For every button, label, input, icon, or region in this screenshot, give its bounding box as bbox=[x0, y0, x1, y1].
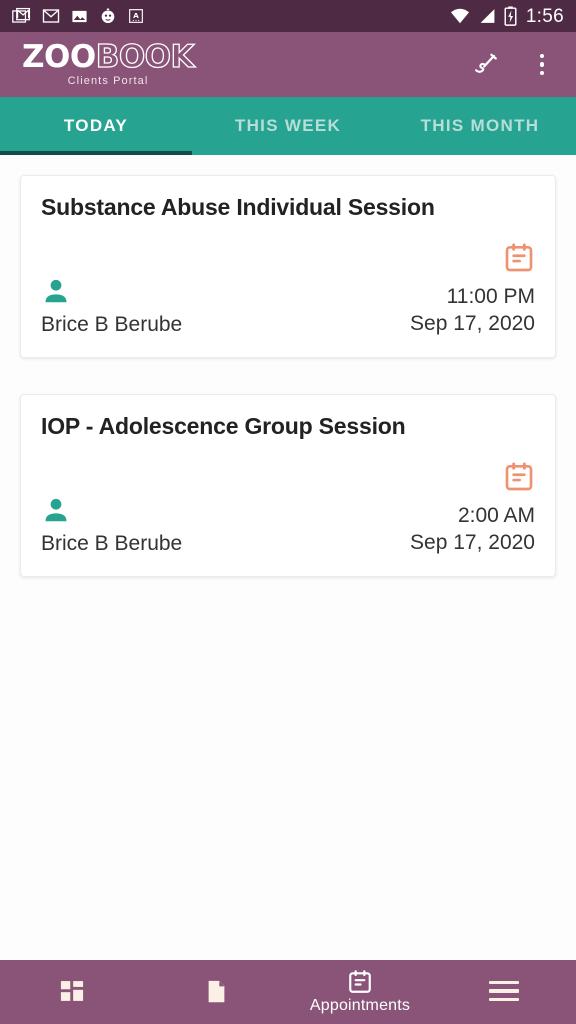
appointment-card[interactable]: IOP - Adolescence Group Session Brice B … bbox=[20, 394, 556, 578]
appointment-card[interactable]: Substance Abuse Individual Session Brice… bbox=[20, 175, 556, 359]
svg-text:A: A bbox=[133, 11, 139, 20]
app-bar-actions bbox=[470, 47, 558, 83]
nav-item-appointments-label: Appointments bbox=[309, 997, 411, 1014]
status-bar-notification-icons: A bbox=[12, 7, 144, 26]
nav-item-menu[interactable] bbox=[432, 960, 576, 1024]
overflow-menu-button[interactable] bbox=[526, 47, 558, 83]
nav-item-documents[interactable] bbox=[144, 960, 288, 1024]
cell-signal-icon bbox=[480, 9, 495, 23]
app-logo[interactable]: ZOO BOOK Clients Portal bbox=[22, 39, 195, 87]
appointment-date: Sep 17, 2020 bbox=[410, 311, 535, 335]
nav-item-dashboard[interactable] bbox=[0, 960, 144, 1024]
app-screen: A 1:56 ZOO BOOK Clients Portal TODAY THI… bbox=[0, 0, 576, 1024]
appointment-schedule-block: 2:00 AM Sep 17, 2020 bbox=[410, 461, 535, 557]
battery-charging-icon bbox=[504, 6, 517, 26]
appointment-time: 2:00 AM bbox=[457, 503, 535, 527]
person-icon bbox=[45, 279, 67, 303]
calendar-icon bbox=[349, 970, 371, 993]
status-bar-system-icons: 1:56 bbox=[449, 6, 564, 26]
appointment-schedule-block: 11:00 PM Sep 17, 2020 bbox=[410, 242, 535, 338]
avatar-emoji-icon bbox=[101, 7, 115, 24]
appointment-client-block: Brice B Berube bbox=[41, 495, 182, 556]
appointment-details: Brice B Berube 11:00 PM Sep 17, 2020 bbox=[41, 242, 535, 338]
wifi-icon bbox=[450, 8, 469, 24]
appointment-client-name: Brice B Berube bbox=[41, 313, 183, 337]
appointment-title: Substance Abuse Individual Session bbox=[41, 194, 435, 220]
gmail-icon bbox=[42, 9, 60, 23]
logo-text-zoo: ZOO bbox=[22, 39, 96, 75]
app-logo-wordmark: ZOO BOOK bbox=[22, 39, 195, 75]
signature-pen-icon bbox=[475, 53, 497, 73]
status-bar-clock: 1:56 bbox=[525, 5, 564, 27]
period-tab-bar: TODAY THIS WEEK THIS MONTH bbox=[0, 97, 576, 155]
dashboard-grid-icon bbox=[60, 981, 84, 1001]
appointment-client-name: Brice B Berube bbox=[41, 532, 183, 556]
gmail-stacked-icon bbox=[12, 7, 31, 23]
tab-this-month[interactable]: THIS MONTH bbox=[384, 97, 576, 155]
appointment-title: IOP - Adolescence Group Session bbox=[41, 413, 406, 440]
text-a-icon: A bbox=[129, 9, 143, 23]
calendar-icon bbox=[505, 243, 533, 271]
hamburger-menu-icon bbox=[489, 980, 519, 1002]
tab-this-week[interactable]: THIS WEEK bbox=[192, 97, 384, 155]
appointments-list: Substance Abuse Individual Session Brice… bbox=[0, 155, 576, 960]
person-icon bbox=[45, 499, 67, 522]
calendar-icon bbox=[505, 462, 533, 491]
appointment-date: Sep 17, 2020 bbox=[410, 531, 535, 555]
overflow-menu-icon bbox=[539, 53, 545, 76]
image-icon bbox=[72, 10, 87, 22]
signature-pen-button[interactable] bbox=[470, 47, 502, 83]
logo-text-book: BOOK bbox=[95, 39, 195, 75]
appointment-details: Brice B Berube 2:00 AM Sep 17, 2020 bbox=[41, 461, 535, 557]
appointment-client-block: Brice B Berube bbox=[41, 276, 182, 337]
status-bar: A 1:56 bbox=[0, 0, 576, 32]
document-icon bbox=[208, 980, 224, 1002]
tab-today[interactable]: TODAY bbox=[0, 97, 192, 155]
logo-subtitle: Clients Portal bbox=[67, 75, 149, 87]
nav-item-appointments[interactable]: Appointments bbox=[288, 960, 432, 1024]
bottom-navigation-bar: Appointments bbox=[0, 960, 576, 1024]
appointment-time: 11:00 PM bbox=[446, 284, 535, 308]
app-bar: ZOO BOOK Clients Portal bbox=[0, 32, 576, 97]
